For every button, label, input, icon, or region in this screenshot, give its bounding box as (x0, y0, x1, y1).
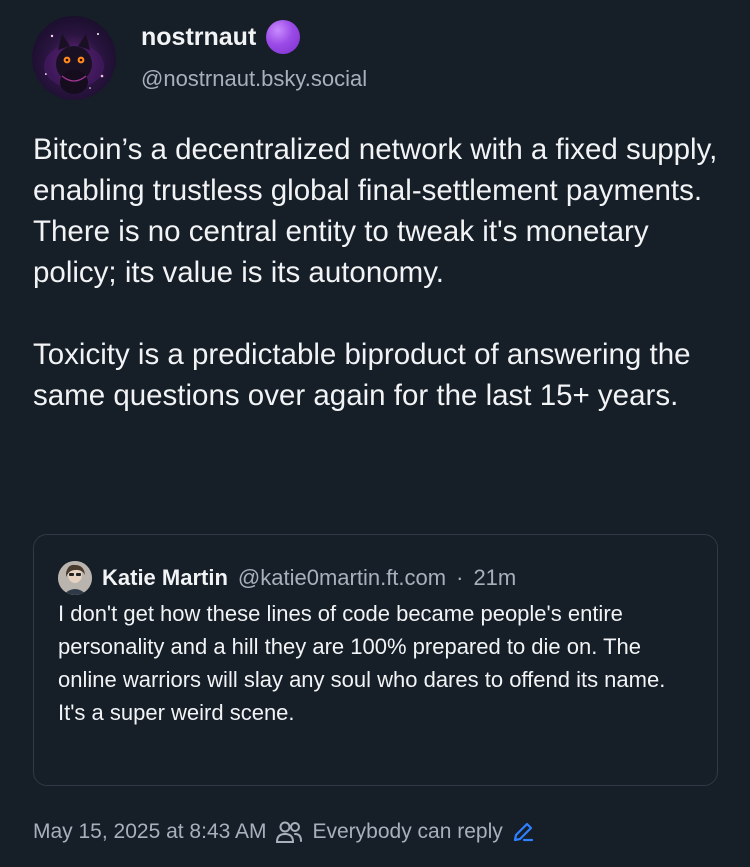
purple-circle-icon (266, 20, 301, 54)
space-cat-avatar-icon (44, 33, 104, 94)
quoted-post-time[interactable]: 21m (473, 563, 516, 593)
separator-dot: · (456, 565, 464, 590)
quoted-post-body: I don't get how these lines of code beca… (58, 597, 698, 729)
quoted-post-line: It's a super weird scene. (58, 700, 295, 725)
people-icon (274, 819, 304, 845)
pencil-icon[interactable] (511, 820, 535, 844)
quoted-author-handle[interactable]: @katie0martin.ft.com (238, 563, 446, 593)
quoted-post-header: Katie Martin @katie0martin.ft.com · 21m (58, 561, 516, 595)
post-paragraph: Toxicity is a predictable biproduct of a… (33, 338, 691, 412)
post-body: Bitcoin’s a decentralized network with a… (33, 129, 723, 416)
post-thread-view: nostrnaut @nostrnaut.bsky.social Bitcoin… (0, 0, 750, 867)
author-name[interactable]: nostrnaut (141, 20, 256, 54)
author-name-row[interactable]: nostrnaut (141, 20, 301, 54)
quoted-post-card[interactable]: Katie Martin @katie0martin.ft.com · 21m … (33, 534, 718, 786)
reply-setting-label[interactable]: Everybody can reply (312, 817, 502, 847)
quoted-author-avatar[interactable] (58, 561, 92, 595)
person-photo-icon (58, 561, 92, 595)
post-timestamp: May 15, 2025 at 8:43 AM (33, 820, 267, 843)
author-handle[interactable]: @nostrnaut.bsky.social (141, 64, 367, 94)
post-footer: May 15, 2025 at 8:43 AM Everybody can re… (33, 817, 535, 847)
quoted-author-name[interactable]: Katie Martin (102, 563, 228, 593)
author-avatar[interactable] (32, 16, 116, 100)
quoted-post-line: I don't get how these lines of code beca… (58, 601, 666, 692)
post-paragraph: Bitcoin’s a decentralized network with a… (33, 133, 718, 289)
